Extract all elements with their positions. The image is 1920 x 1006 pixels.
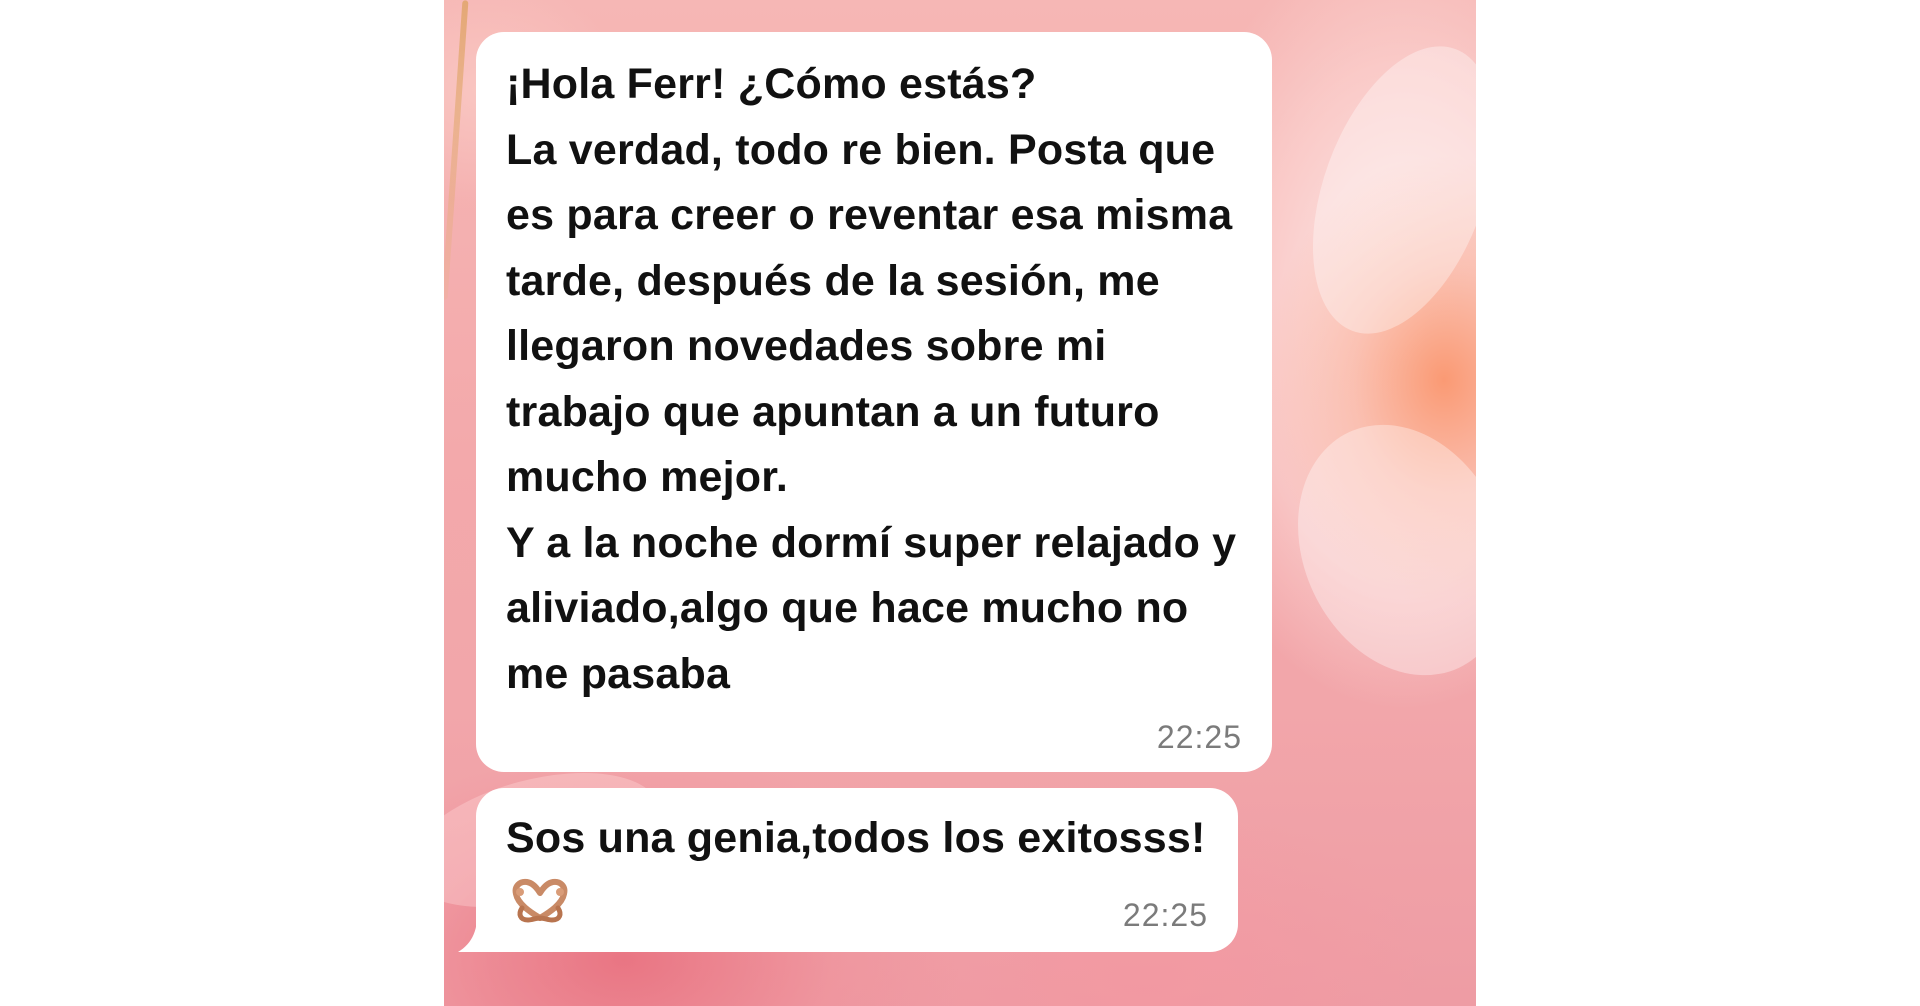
chat-wallpaper: ¡Hola Ferr! ¿Cómo estás? La verdad, todo… <box>444 0 1476 1006</box>
message-text: ¡Hola Ferr! ¿Cómo estás? La verdad, todo… <box>506 60 1237 698</box>
wallpaper-petal-decoration <box>1277 21 1476 359</box>
page: ¡Hola Ferr! ¿Cómo estás? La verdad, todo… <box>0 0 1920 1006</box>
message-timestamp: 22:25 <box>1156 719 1242 755</box>
heart-hands-emoji <box>512 878 568 923</box>
message-text-content: Sos una genia,todos los exitosss! <box>506 814 1206 862</box>
message-bubble-incoming[interactable]: Sos una genia,todos los exitosss! 22:25 <box>476 788 1238 952</box>
message-bubble-incoming[interactable]: ¡Hola Ferr! ¿Cómo estás? La verdad, todo… <box>476 32 1272 772</box>
wallpaper-stem-decoration <box>444 0 469 300</box>
message-timestamp: 22:25 <box>1122 897 1208 933</box>
message-text: Sos una genia,todos los exitosss! <box>506 806 1208 937</box>
wallpaper-petal-decoration <box>1258 389 1476 711</box>
